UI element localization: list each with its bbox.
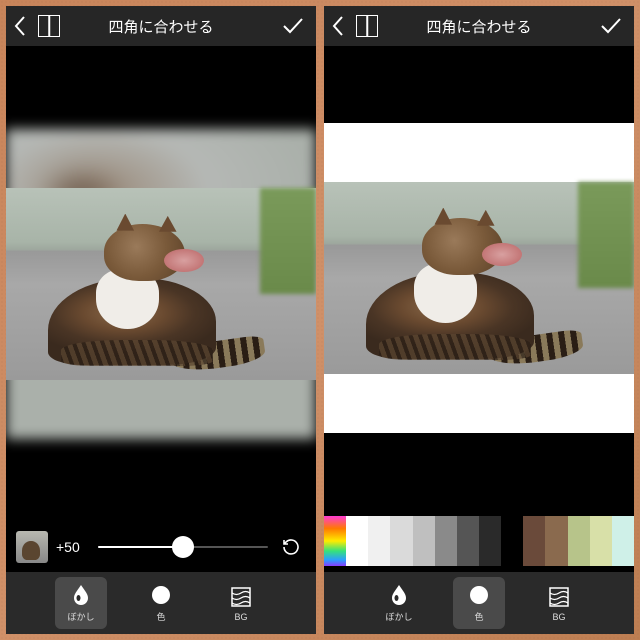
photo [6, 188, 316, 380]
blur-slider[interactable] [98, 546, 268, 548]
swatch[interactable] [368, 516, 390, 566]
check-icon [601, 18, 621, 34]
swatch[interactable] [545, 516, 567, 566]
preview-thumb[interactable] [16, 531, 48, 563]
tab-bg-label: BG [234, 612, 247, 622]
tab-blur[interactable]: ぼかし [373, 577, 425, 629]
swatch[interactable] [523, 516, 545, 566]
swatch[interactable] [479, 516, 501, 566]
aspect-ratio-button[interactable] [356, 15, 378, 37]
swatch[interactable] [612, 516, 634, 566]
tab-blur-label: ぼかし [67, 610, 94, 623]
check-icon [283, 18, 303, 34]
tab-color-label: 色 [156, 610, 165, 623]
swatch[interactable] [568, 516, 590, 566]
mode-tabs: ぼかし 色 BG [6, 572, 316, 634]
confirm-button[interactable] [278, 6, 308, 46]
slider-knob[interactable] [172, 536, 194, 558]
tab-color-label: 色 [474, 610, 483, 623]
swatch[interactable] [435, 516, 457, 566]
tab-blur-label: ぼかし [385, 610, 412, 623]
back-button[interactable] [6, 6, 34, 46]
color-swatches [324, 510, 634, 572]
back-button[interactable] [324, 6, 352, 46]
swatch-picker[interactable] [324, 516, 346, 566]
mode-tabs: ぼかし 色 BG [324, 572, 634, 634]
circle-icon [149, 583, 173, 607]
phone-left: 四角に合わせる [6, 6, 316, 634]
tab-bg-label: BG [552, 612, 565, 622]
tab-blur[interactable]: ぼかし [55, 577, 107, 629]
swatch[interactable] [457, 516, 479, 566]
swatch[interactable] [590, 516, 612, 566]
confirm-button[interactable] [596, 6, 626, 46]
chevron-left-icon [332, 16, 344, 36]
drop-icon [387, 583, 411, 607]
swatch[interactable] [346, 516, 368, 566]
canvas[interactable] [324, 46, 634, 510]
header: 四角に合わせる [6, 6, 316, 46]
tab-bg[interactable]: BG [215, 577, 267, 629]
circle-icon [467, 583, 491, 607]
pattern-icon [229, 585, 253, 609]
rotate-icon [281, 537, 301, 557]
blur-slider-row: +50 [6, 522, 316, 572]
swatch[interactable] [390, 516, 412, 566]
chevron-left-icon [14, 16, 26, 36]
canvas[interactable] [6, 46, 316, 522]
tab-bg[interactable]: BG [533, 577, 585, 629]
slider-value: +50 [56, 539, 90, 555]
photo [324, 182, 634, 374]
tab-color[interactable]: 色 [453, 577, 505, 629]
aspect-ratio-button[interactable] [38, 15, 60, 37]
reset-button[interactable] [276, 532, 306, 562]
drop-icon [69, 583, 93, 607]
header: 四角に合わせる [324, 6, 634, 46]
pattern-icon [547, 585, 571, 609]
tab-color[interactable]: 色 [135, 577, 187, 629]
swatch[interactable] [413, 516, 435, 566]
swatch[interactable] [501, 516, 523, 566]
phone-right: 四角に合わせる [324, 6, 634, 634]
